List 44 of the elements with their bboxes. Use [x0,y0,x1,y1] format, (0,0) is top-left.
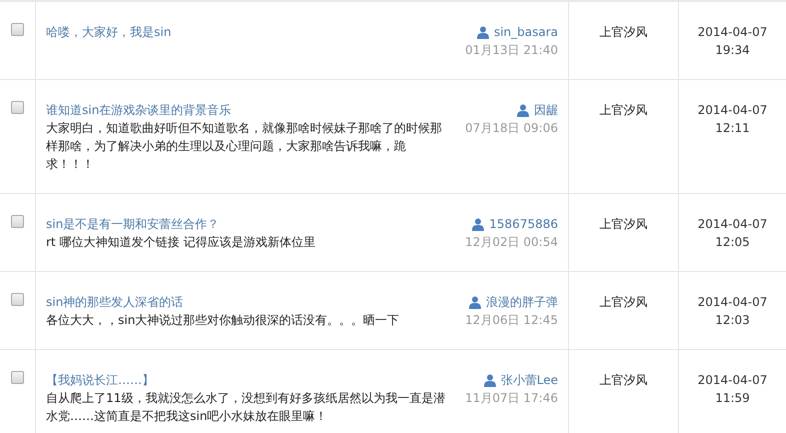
assignee-name: 上官汐风 [600,102,648,119]
reply-time: 12:11 [715,120,750,137]
post-time: 12月06日 12:45 [465,312,558,329]
author-link[interactable]: 158675886 [489,215,558,233]
reply-date: 2014-04-07 [698,102,768,119]
reply-date: 2014-04-07 [698,24,768,41]
reply-time: 12:05 [715,234,750,251]
topic-title-link[interactable]: 谁知道sin在游戏杂谈里的背景音乐 [46,101,448,119]
author-link[interactable]: 因龌 [534,101,558,119]
user-icon [517,104,529,116]
assignee-name: 上官汐风 [600,24,648,41]
user-icon [476,26,489,38]
reply-time: 12:03 [715,312,750,329]
author-link[interactable]: 张小蕾Lee [500,371,558,389]
topic-excerpt: 大家明白，知道歌曲好听但不知道歌名，就像那啥时候妹子那啥了的时候那样那啥，为了解决小弟的生理以及心理问题，大家那啥告诉我嘛，跪求！！！ [46,120,443,173]
topic-excerpt: 各位大大，，sin大神说过那些对你触动很深的话没有。。。晒一下 [46,312,400,329]
reply-time: 11:59 [715,390,750,407]
checkbox[interactable] [11,215,24,228]
user-icon [469,296,481,308]
user-icon [472,218,484,230]
reply-date: 2014-04-07 [698,294,768,311]
topic-title-link[interactable]: sin是不是有一期和安蕾丝合作？ [46,215,448,233]
reply-date: 2014-04-07 [698,372,768,389]
post-time: 07月18日 09:06 [465,120,558,137]
reply-date: 2014-04-07 [698,216,768,233]
post-time: 12月02日 00:54 [465,234,558,251]
checkbox[interactable] [11,371,24,384]
topic-excerpt: rt 哪位大神知道发个链接 记得应该是游戏新体位里 [46,234,316,251]
assignee-name: 上官汐风 [600,294,648,311]
user-icon [484,374,496,386]
post-time: 11月07日 17:46 [465,390,558,407]
post-time: 01月13日 21:40 [465,42,558,59]
checkbox[interactable] [11,293,24,306]
author-link[interactable]: 浪漫的胖子弹 [486,293,558,311]
topic-title-link[interactable]: sin神的那些发人深省的话 [46,293,448,311]
checkbox[interactable] [11,101,24,114]
checkbox[interactable] [11,23,24,36]
topic-excerpt: 自从爬上了11级，我就没怎么水了，没想到有好多孩纸居然以为我一直是潜水党……这简直是不把我这sin吧小水妹放在眼里嘛！ [46,390,446,425]
reply-time: 19:34 [715,42,750,59]
topic-title-link[interactable]: 【我妈说长江……】 [46,371,448,389]
assignee-name: 上官汐风 [600,216,648,233]
author-link[interactable]: sin_basara [494,23,558,41]
assignee-name: 上官汐风 [600,372,648,389]
topic-title-link[interactable]: 哈喽，大家好，我是sin [46,23,448,41]
